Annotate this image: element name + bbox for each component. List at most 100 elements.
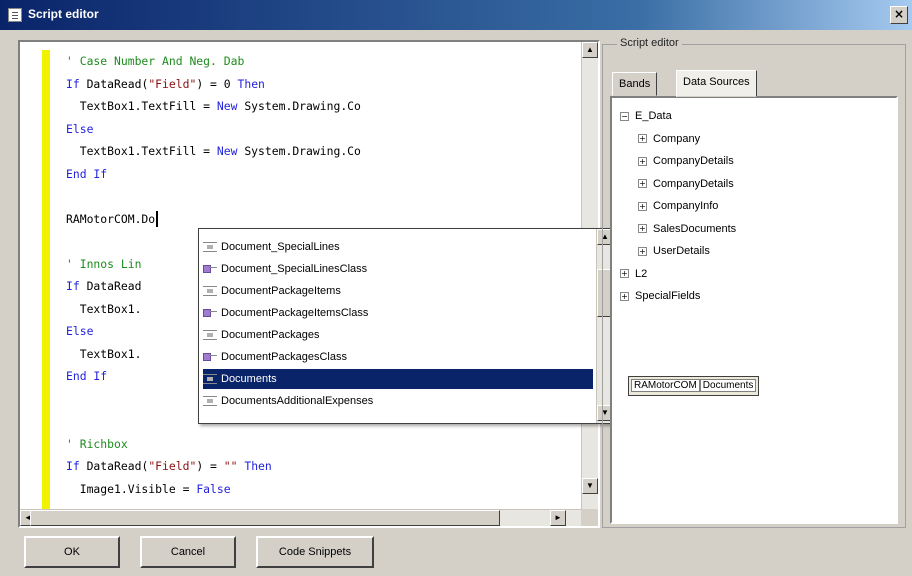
code-token: TextBox1. — [66, 346, 142, 361]
text-caret — [156, 211, 159, 227]
code-line[interactable]: ' Richbox — [66, 433, 361, 456]
code-line[interactable]: If DataRead("Field") = 0 Then — [66, 73, 361, 96]
code-token: If — [66, 279, 87, 293]
code-token: If — [66, 76, 87, 91]
tree-node[interactable]: + CompanyDetails — [638, 151, 734, 171]
autocomplete-item[interactable]: DocumentPackageItemsClass — [203, 303, 593, 323]
code-token: ' Innos Lin — [66, 256, 142, 271]
tree-node[interactable]: + Company — [638, 129, 700, 149]
close-icon[interactable]: × — [890, 6, 908, 24]
tab-bands[interactable]: Bands — [612, 72, 658, 96]
property-icon — [203, 242, 217, 253]
tab-data-sources[interactable]: Data Sources — [676, 70, 757, 97]
expand-icon[interactable]: + — [620, 269, 629, 279]
code-token: Else — [66, 324, 94, 338]
code-token: TextBox1.TextFill = — [66, 144, 217, 158]
autocomplete-item[interactable]: Documents — [203, 369, 593, 389]
autocomplete-item-label: DocumentPackageItemsClass — [221, 307, 369, 319]
expand-icon[interactable]: + — [638, 134, 647, 144]
scroll-right-icon[interactable]: ► — [550, 510, 566, 526]
group-label: Script editor — [617, 37, 682, 49]
data-source-tree[interactable]: − E_Data + Company + CompanyDetails + CompanyDe… — [610, 96, 898, 524]
code-snippets-button[interactable]: Code Snippets — [256, 536, 374, 568]
autocomplete-item-label: Documents — [221, 373, 277, 385]
tree-node-label: L2 — [635, 267, 648, 280]
code-line[interactable] — [66, 185, 361, 208]
ok-button[interactable]: OK — [24, 536, 120, 568]
autocomplete-item[interactable]: DocumentPackageItems — [203, 281, 593, 301]
tree-node[interactable]: + CompanyInfo — [638, 196, 718, 216]
code-token: Image1.Visible = — [66, 481, 197, 496]
tree-node[interactable]: − E_Data — [620, 106, 672, 126]
code-token: System.Drawing.Co — [244, 99, 361, 113]
tree-node-label: SpecialFields — [635, 290, 701, 302]
autocomplete-item[interactable]: DocumentPackagesClass — [203, 347, 593, 367]
code-token: DataRead( — [86, 76, 149, 91]
tree-node-label: CompanyDetails — [653, 155, 734, 167]
code-token: End If — [66, 369, 108, 383]
tree-node-label: SalesDocuments — [653, 222, 737, 235]
title-bar: Script editor × — [0, 0, 912, 30]
autocomplete-item-label: DocumentsAdditionalExpenses — [221, 395, 374, 407]
code-token: Then — [244, 459, 272, 473]
code-line[interactable]: Else — [66, 118, 361, 141]
autocomplete-item[interactable]: DocumentsAdditionalExpenses — [203, 391, 593, 411]
code-line[interactable]: ' Case Number And Neg. Dab — [66, 50, 361, 73]
code-token: DataRead( — [86, 459, 149, 473]
property-icon — [203, 396, 217, 407]
horizontal-scroll-thumb[interactable] — [30, 510, 500, 526]
tree-node-label: E_Data — [635, 110, 672, 122]
autocomplete-item-label: DocumentPackageItems — [221, 285, 341, 297]
autocomplete-item[interactable]: Document_SpecialLines — [203, 237, 593, 257]
code-token: ' Richbox — [66, 436, 128, 451]
tree-node-label: Company — [653, 132, 701, 145]
scroll-down-icon[interactable]: ▼ — [582, 478, 598, 494]
autocomplete-item[interactable]: DocumentPackages — [203, 325, 593, 345]
scroll-up-icon[interactable]: ▲ — [582, 42, 598, 58]
code-token: System.Drawing.Co — [244, 144, 361, 158]
tree-node[interactable]: + SalesDocuments — [638, 219, 736, 239]
tree-node[interactable]: + SpecialFields — [620, 286, 700, 306]
expand-icon[interactable]: + — [638, 179, 647, 189]
code-token: DataRead — [86, 279, 142, 293]
property-icon — [203, 374, 217, 385]
collapse-icon[interactable]: − — [620, 111, 629, 121]
code-token: "Field" — [148, 459, 197, 473]
autocomplete-item-label: DocumentPackages — [221, 329, 320, 341]
code-line[interactable]: End If — [66, 163, 361, 186]
code-line[interactable]: TextBox1.TextFill = New System.Drawing.C… — [66, 95, 361, 118]
autocomplete-popup[interactable]: Document_SpecialLines Document_SpecialLin… — [198, 228, 614, 424]
expand-icon[interactable]: + — [638, 246, 647, 256]
editor-horizontal-scrollbar[interactable]: ◄ ► — [20, 509, 583, 526]
tree-node-label: CompanyDetails — [653, 177, 734, 190]
cancel-button[interactable]: Cancel — [140, 536, 236, 568]
expand-icon[interactable]: + — [620, 291, 629, 301]
code-token: TextBox1.TextFill = — [66, 99, 217, 113]
selected-path: RAMotorCOM Documents — [628, 376, 760, 396]
code-line[interactable]: Image1.Visible = False — [66, 478, 361, 501]
code-token: ) = 0 — [196, 76, 238, 91]
tree-node-label: CompanyInfo — [653, 200, 719, 212]
autocomplete-item[interactable]: Document_SpecialLinesClass — [203, 259, 593, 279]
code-token: New — [216, 99, 245, 113]
class-icon — [203, 264, 217, 274]
code-line[interactable]: RAMotorCOM.Do — [66, 208, 361, 231]
modified-lines-marker — [42, 50, 50, 510]
expand-icon[interactable]: + — [638, 224, 647, 234]
expand-icon[interactable]: + — [638, 201, 647, 211]
expand-icon[interactable]: + — [638, 156, 647, 166]
code-token: False — [196, 481, 231, 496]
code-token: TextBox1. — [66, 301, 142, 316]
class-icon — [203, 352, 217, 362]
path-part-member: Documents — [699, 379, 757, 392]
property-icon — [203, 330, 217, 341]
code-token: Then — [237, 76, 265, 91]
code-token: End If — [66, 166, 108, 181]
property-icon — [203, 286, 217, 297]
tree-node[interactable]: + L2 — [620, 264, 647, 284]
code-line[interactable]: If DataRead("Field") = "" Then — [66, 455, 361, 478]
tree-node[interactable]: + UserDetails — [638, 241, 710, 261]
code-line[interactable]: TextBox1.TextFill = New System.Drawing.C… — [66, 140, 361, 163]
autocomplete-item-label: Document_SpecialLines — [221, 241, 340, 253]
tree-node[interactable]: + CompanyDetails — [638, 174, 734, 194]
